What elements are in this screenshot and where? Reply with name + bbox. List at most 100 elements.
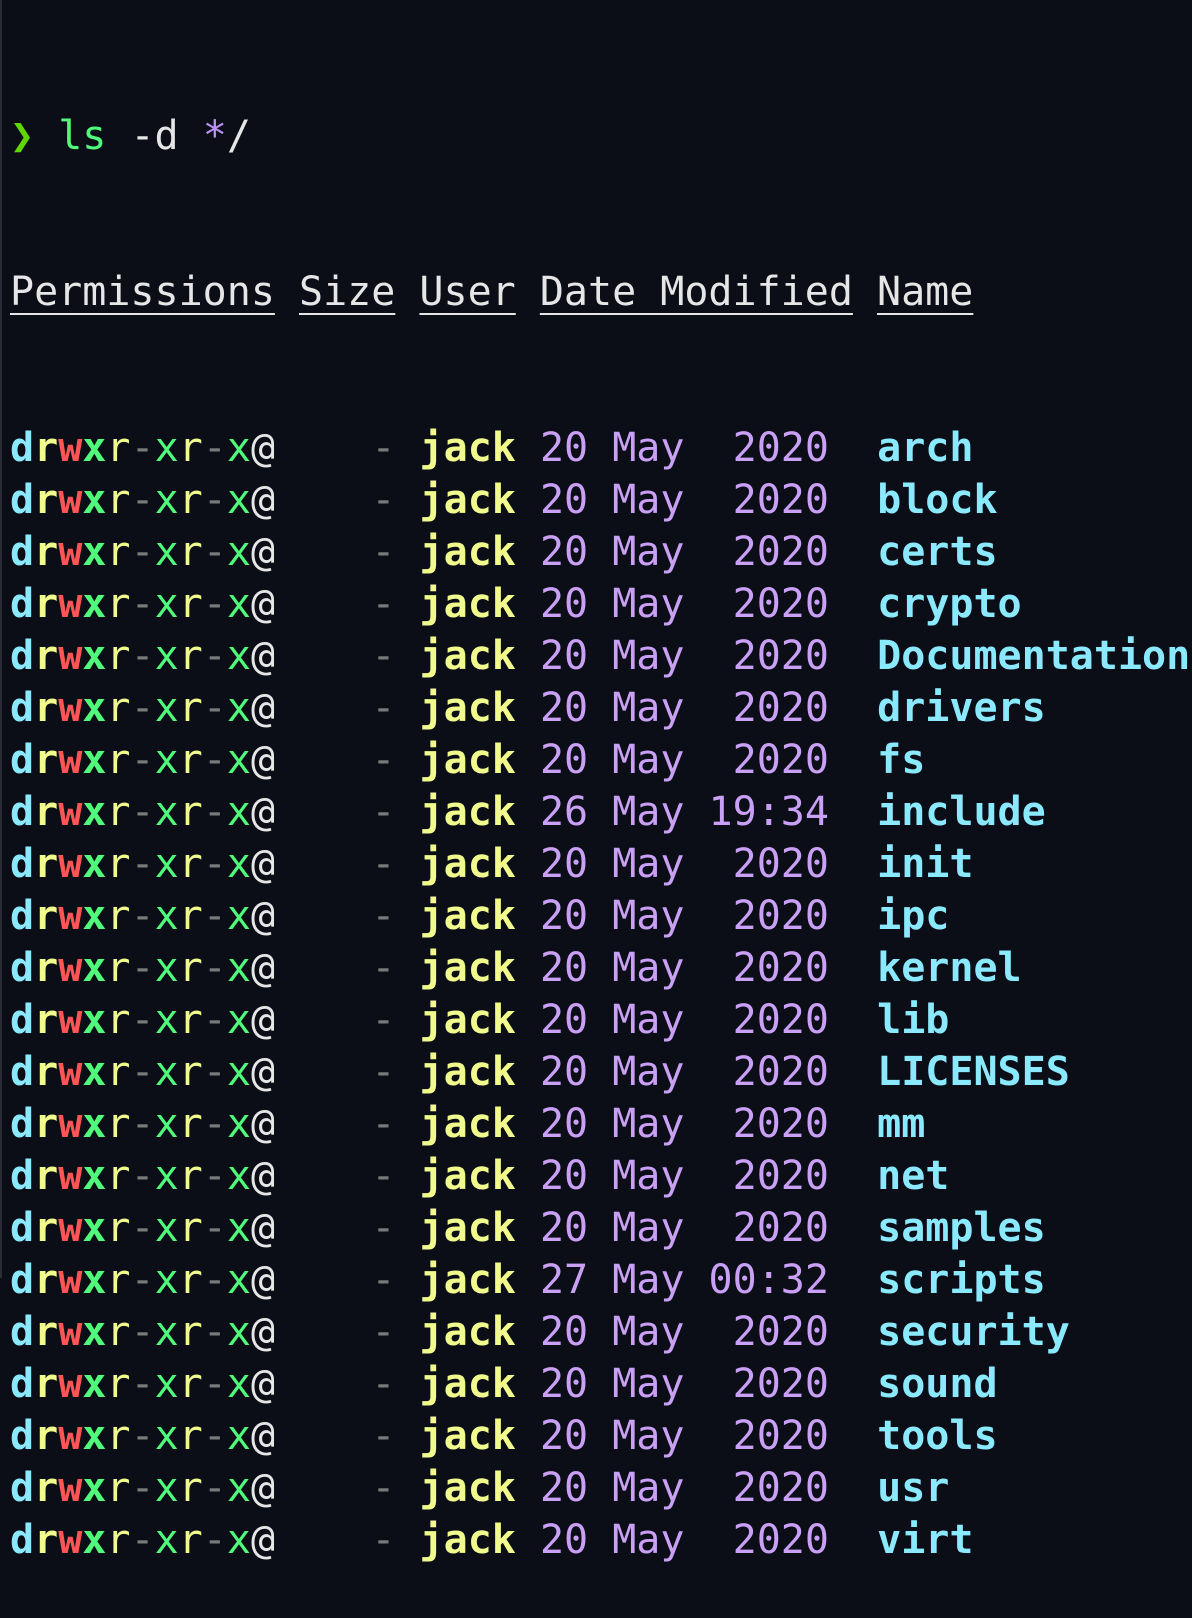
directory-name[interactable]: usr (877, 1465, 949, 1511)
directory-name[interactable]: scripts (877, 1257, 1046, 1303)
directory-name[interactable]: Documentation (877, 633, 1190, 679)
permission-char: r (34, 1517, 59, 1563)
permission-char: d (10, 1517, 35, 1563)
permission-char: @ (250, 1361, 276, 1407)
permission-char: x (82, 1153, 107, 1199)
permission-char: - (202, 893, 227, 939)
directory-name[interactable]: net (877, 1153, 949, 1199)
permission-char: d (10, 1101, 35, 1147)
size: - (299, 1413, 396, 1459)
directory-name[interactable]: include (877, 789, 1046, 835)
user: jack (419, 581, 516, 627)
permission-char: - (202, 789, 227, 835)
directory-name[interactable]: crypto (877, 581, 1022, 627)
directory-name[interactable]: arch (877, 425, 973, 471)
permission-char: x (154, 633, 179, 679)
permission-char: x (82, 841, 107, 887)
size: - (299, 1309, 396, 1355)
date-modified: 20 May 2020 (539, 997, 829, 1043)
permission-char: d (10, 1205, 35, 1251)
directory-name[interactable]: init (877, 841, 973, 887)
directory-name[interactable]: sound (877, 1361, 997, 1407)
permission-char: x (226, 789, 251, 835)
size: - (299, 1517, 396, 1563)
table-row: drwxr-xr-x@ - jack 20 May 2020 usr (10, 1462, 1190, 1514)
permission-char: x (154, 893, 179, 939)
directory-name[interactable]: kernel (877, 945, 1022, 991)
permission-char: r (106, 893, 131, 939)
directory-name[interactable]: tools (877, 1413, 997, 1459)
permission-char: - (202, 1309, 227, 1355)
permission-char: r (106, 529, 131, 575)
permission-char: x (226, 841, 251, 887)
directory-name[interactable]: certs (877, 529, 997, 575)
permission-char: d (10, 1153, 35, 1199)
directory-name[interactable]: samples (877, 1205, 1046, 1251)
permission-char: w (58, 425, 83, 471)
table-row: drwxr-xr-x@ - jack 20 May 2020 arch (10, 422, 1190, 474)
permission-char: r (106, 1153, 131, 1199)
directory-name[interactable]: virt (877, 1517, 973, 1563)
permission-char: - (130, 945, 155, 991)
permission-char: x (82, 945, 107, 991)
permission-char: r (34, 1465, 59, 1511)
permission-char: r (106, 685, 131, 731)
permission-char: x (154, 1361, 179, 1407)
permission-char: - (202, 685, 227, 731)
permission-char: x (226, 477, 251, 523)
permission-char: d (10, 737, 35, 783)
directory-name[interactable]: drivers (877, 685, 1046, 731)
permission-char: r (178, 581, 203, 627)
permission-char: r (106, 1049, 131, 1095)
permission-char: r (178, 1465, 203, 1511)
date-modified: 20 May 2020 (539, 581, 829, 627)
directory-name[interactable]: security (877, 1309, 1070, 1355)
permissions: drwxr-xr-x@ (10, 997, 275, 1043)
directory-name[interactable]: ipc (877, 893, 949, 939)
directory-name[interactable]: mm (877, 1101, 925, 1147)
permission-char: r (106, 425, 131, 471)
directory-name[interactable]: lib (877, 997, 949, 1043)
date-modified: 20 May 2020 (539, 1049, 829, 1095)
permission-char: w (58, 997, 83, 1043)
permission-char: - (130, 1049, 155, 1095)
size: - (299, 1205, 396, 1251)
permission-char: x (226, 633, 251, 679)
date-modified: 20 May 2020 (539, 1101, 829, 1147)
user: jack (419, 737, 516, 783)
date-modified: 26 May 19:34 (539, 789, 829, 835)
user: jack (419, 633, 516, 679)
permission-char: x (82, 1309, 107, 1355)
table-row: drwxr-xr-x@ - jack 20 May 2020 tools (10, 1410, 1190, 1462)
permission-char: x (226, 1413, 251, 1459)
permission-char: x (154, 685, 179, 731)
permission-char: r (34, 529, 59, 575)
permission-char: w (58, 1153, 83, 1199)
permission-char: x (82, 737, 107, 783)
permissions: drwxr-xr-x@ (10, 1361, 275, 1407)
permission-char: - (202, 477, 227, 523)
command-flag: -d (130, 113, 179, 159)
permission-char: x (226, 1049, 251, 1095)
permission-char: - (130, 1309, 155, 1355)
permission-char: @ (250, 997, 276, 1043)
permission-char: @ (250, 1309, 276, 1355)
directory-name[interactable]: LICENSES (877, 1049, 1070, 1095)
permissions: drwxr-xr-x@ (10, 1101, 275, 1147)
header-size: Size (299, 269, 396, 315)
permission-char: r (178, 1257, 203, 1303)
permission-char: x (226, 1205, 251, 1251)
permission-char: w (58, 1101, 83, 1147)
listing-rows: drwxr-xr-x@ - jack 20 May 2020 arch drwxr… (10, 422, 1190, 1566)
column-header-row: Permissions Size User Date Modified Name (10, 266, 1190, 318)
prompt-chevron-icon: ❯ (10, 113, 35, 159)
directory-name[interactable]: block (877, 477, 997, 523)
date-modified: 20 May 2020 (539, 1153, 829, 1199)
user: jack (419, 1413, 516, 1459)
permission-char: - (202, 1101, 227, 1147)
permission-char: - (130, 685, 155, 731)
permission-char: - (130, 789, 155, 835)
directory-name[interactable]: fs (877, 737, 925, 783)
permission-char: x (226, 945, 251, 991)
permission-char: r (34, 1101, 59, 1147)
